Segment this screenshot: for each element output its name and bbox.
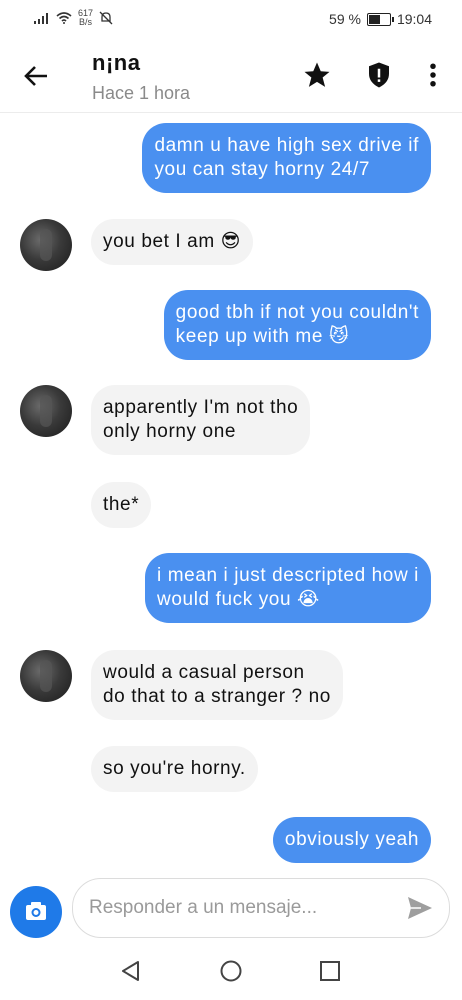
wifi-icon [56,12,72,24]
message-bubble[interactable]: so you're horny. [91,746,258,792]
message-bubble[interactable]: the* [91,482,152,528]
message-bubble[interactable]: damn u have high sex drive if you can sta… [142,123,431,193]
more-options-icon[interactable] [418,60,448,90]
battery-percent: 59 % [329,11,361,27]
last-seen: Hace 1 hora [92,83,191,103]
message-bubble[interactable]: you bet I am 😎 [91,219,254,265]
avatar[interactable] [20,385,72,437]
camera-button[interactable] [10,886,62,938]
message-bubble[interactable]: good tbh if not you couldn't keep up with… [163,290,431,360]
clock: 19:04 [396,11,432,27]
status-bar: 617 B/s 59 % 19:04 [0,0,462,38]
mute-bell-icon [99,11,113,25]
nav-back-icon[interactable] [118,958,144,984]
network-speed: 617 B/s [78,8,94,27]
nav-recents-icon[interactable] [317,958,343,984]
message-bubble[interactable]: i mean i just descripted how i would fuck… [145,553,431,623]
system-nav-bar [0,946,462,1000]
signal-icon [34,13,48,24]
message-bubble[interactable]: would a casual person do that to a strang… [91,650,343,720]
message-input-placeholder: Responder a un mensaje... [89,897,318,918]
contact-name[interactable]: n¡na [92,50,140,76]
star-icon[interactable] [302,60,332,90]
shield-icon[interactable] [364,60,394,90]
back-arrow-icon[interactable] [20,60,52,92]
composer-bar: Responder a un mensaje... [0,872,462,942]
message-bubble[interactable]: apparently I'm not tho only horny one [91,385,311,455]
battery-icon [366,12,394,26]
nav-home-icon[interactable] [218,958,244,984]
avatar[interactable] [20,219,72,271]
message-list[interactable]: damn u have high sex drive if you can sta… [0,113,462,870]
send-icon[interactable] [407,896,433,920]
message-input[interactable]: Responder a un mensaje... [72,878,450,938]
message-bubble[interactable]: obviously yeah [272,817,431,863]
camera-icon [26,902,46,920]
avatar[interactable] [20,650,72,702]
chat-header: n¡na Hace 1 hora [0,40,462,113]
